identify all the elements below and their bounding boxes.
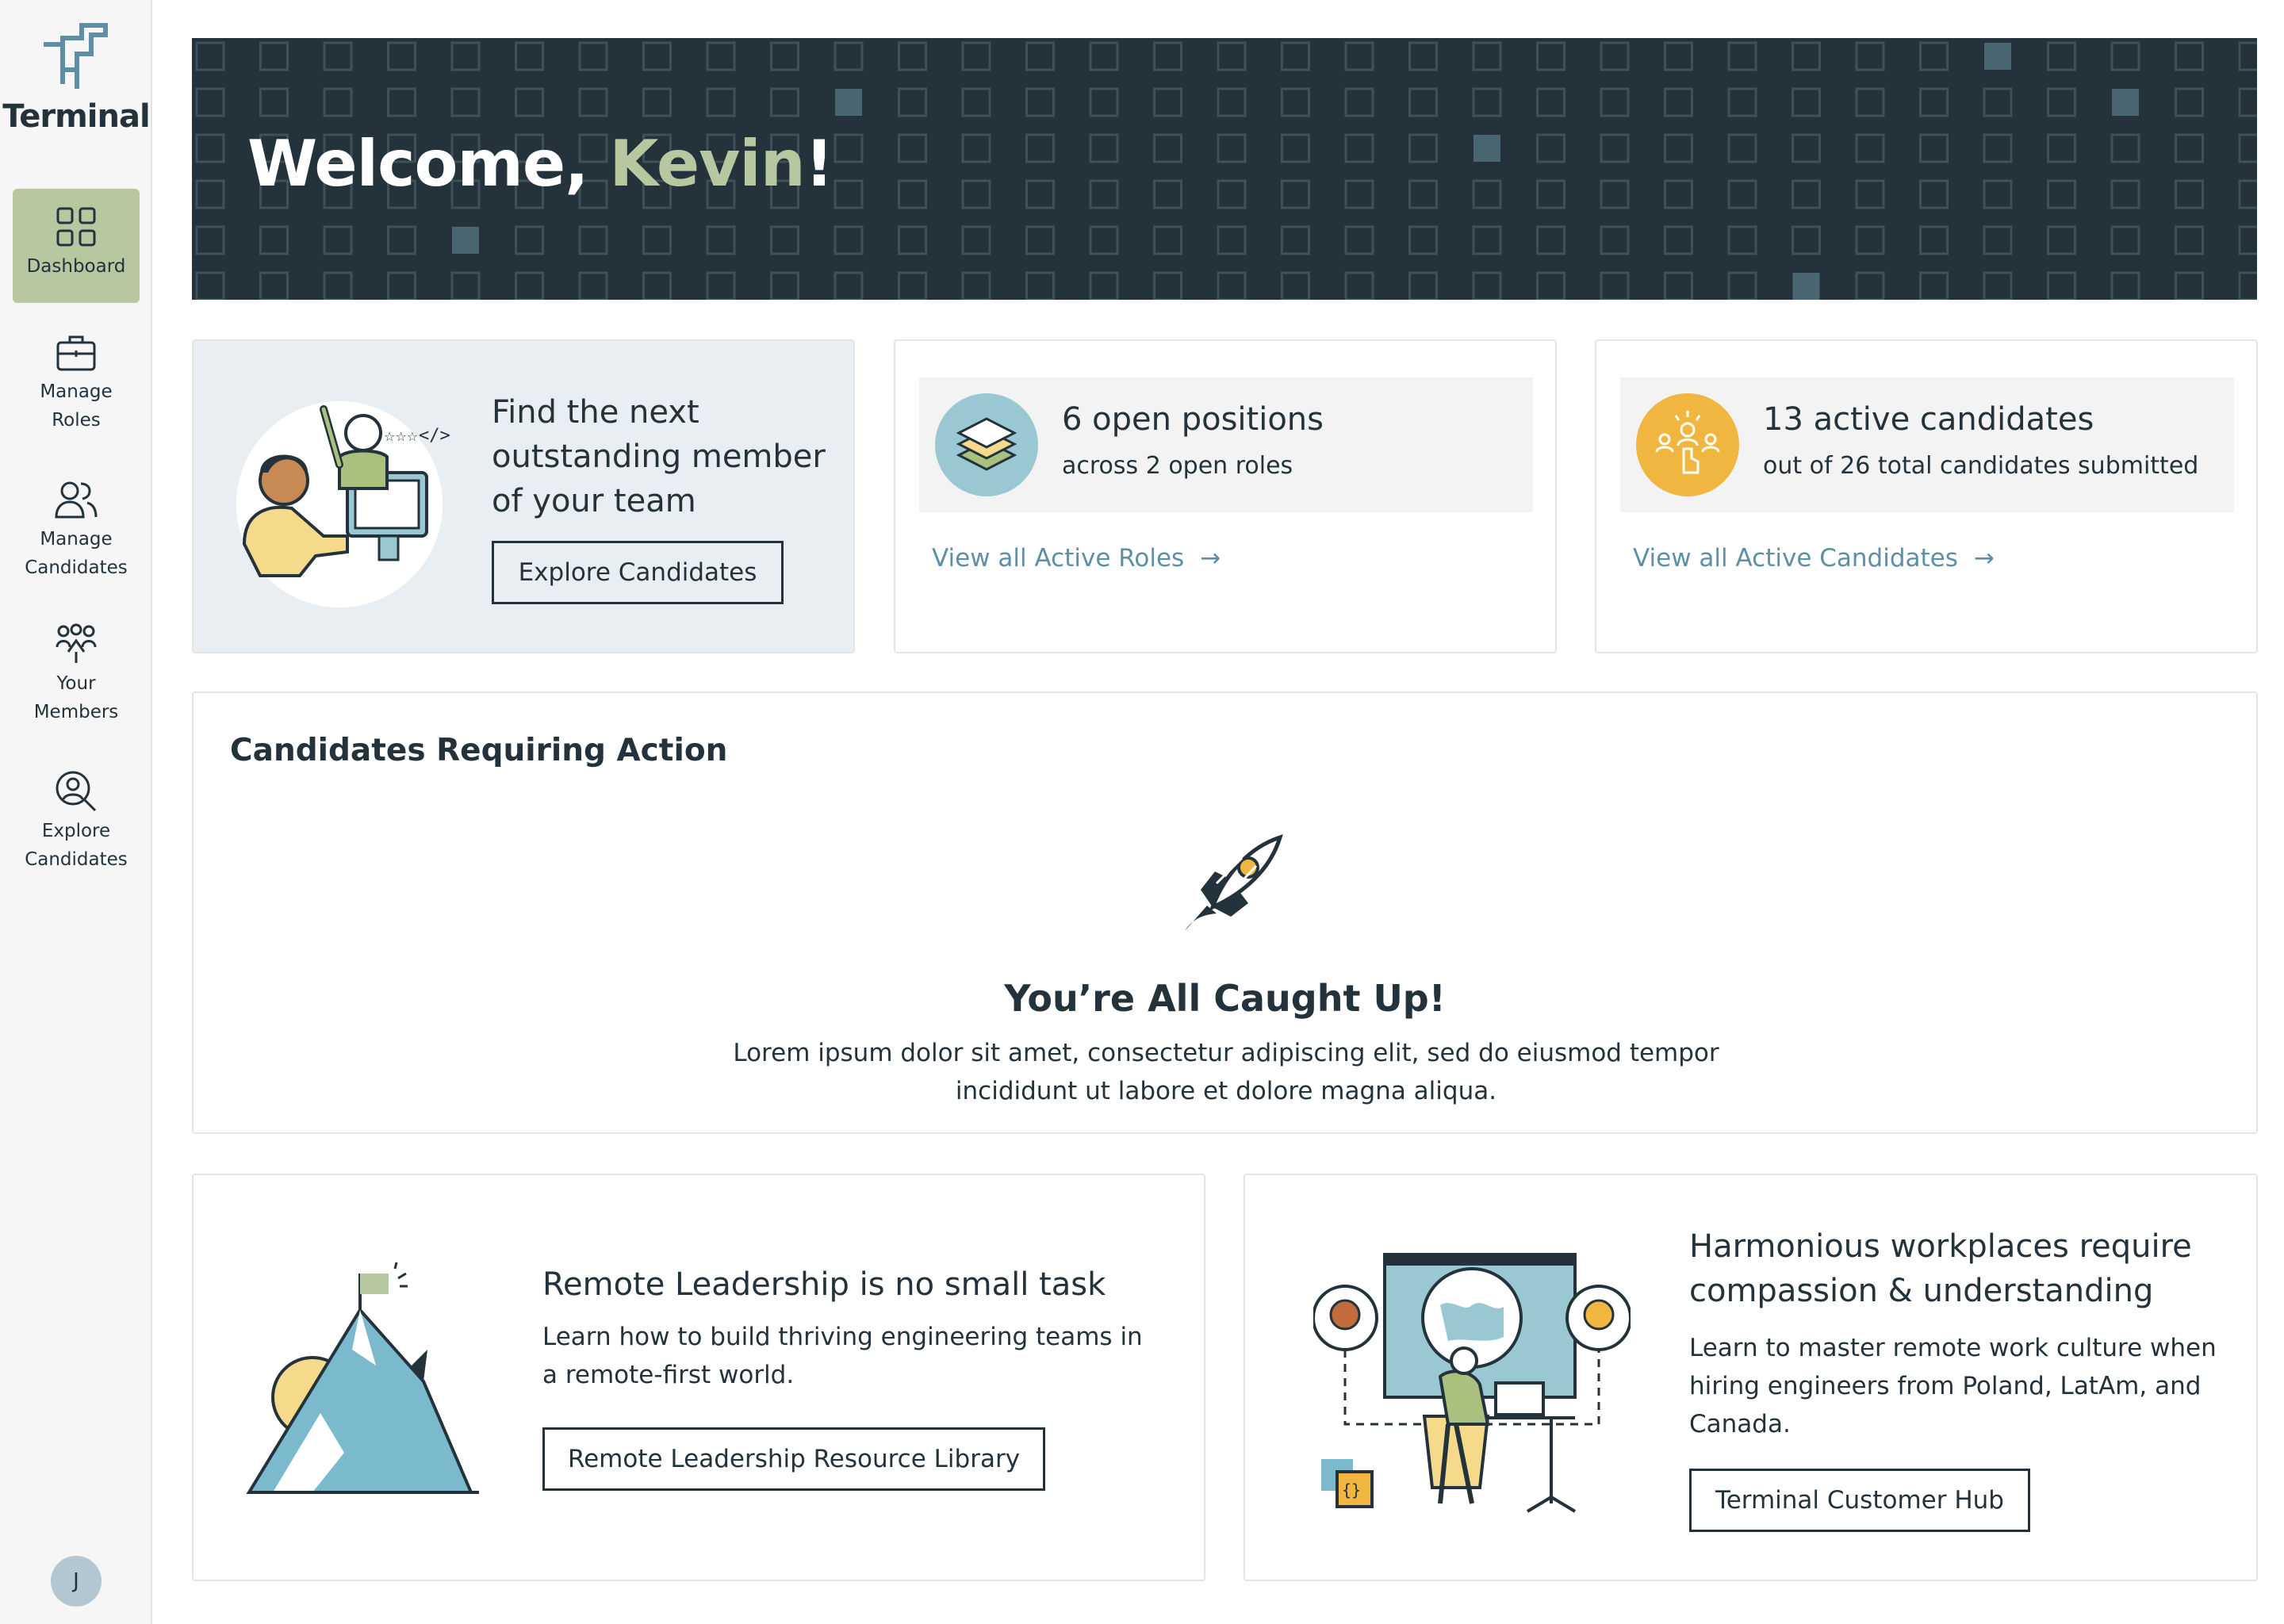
resource-description: Learn how to build thriving engineering … (542, 1323, 1143, 1389)
sidebar-item-label: Your Members (33, 673, 119, 722)
sidebar-item-your-members[interactable]: Your Members (13, 623, 140, 728)
selection-icon (1636, 393, 1739, 496)
members-icon (56, 623, 97, 663)
svg-text:☆☆☆: ☆☆☆ (384, 429, 418, 444)
dashboard-icon (56, 207, 96, 247)
sidebar-item-label: Explore Candidates (25, 821, 128, 870)
users-icon (55, 481, 98, 519)
view-active-roles-link[interactable]: View all Active Roles → (932, 544, 1221, 573)
resource-description: Learn to master remote work culture when… (1689, 1334, 2217, 1438)
explore-candidates-button[interactable]: Explore Candidates (492, 541, 784, 604)
empty-state-description: Lorem ipsum dolor sit amet, consectetur … (733, 1039, 1719, 1105)
harmonious-workplaces-card: {} Harmonious workplaces require compass… (1244, 1174, 2258, 1581)
sidebar-item-explore-candidates[interactable]: Explore Candidates (13, 769, 140, 874)
arrow-right-icon: → (1200, 544, 1221, 573)
resource-title: Harmonious workplaces require compassion… (1689, 1228, 2192, 1309)
open-positions-card: 6 open positions across 2 open roles Vie… (894, 339, 1557, 653)
find-candidates-card: </> ☆☆☆ Find the next outstanding member… (192, 339, 855, 653)
sidebar: Terminal Dashboard Manage Roles Manage C… (0, 0, 152, 1624)
remote-leadership-library-button[interactable]: Remote Leadership Resource Library (542, 1427, 1045, 1491)
sidebar-item-label: Manage Candidates (25, 529, 128, 578)
svg-text:{}: {} (1342, 1480, 1361, 1500)
app-root: Terminal Dashboard Manage Roles Manage C… (0, 0, 2284, 1624)
terminal-customer-hub-button[interactable]: Terminal Customer Hub (1689, 1469, 2030, 1532)
terminal-logo-icon (44, 23, 108, 89)
view-active-candidates-link[interactable]: View all Active Candidates → (1633, 544, 1995, 573)
search-user-icon (56, 771, 97, 812)
active-candidates-stat: 13 active candidates out of 26 total can… (1620, 377, 2234, 512)
resource-title: Remote Leadership is no small task (542, 1266, 1106, 1303)
arrow-right-icon: → (1973, 544, 1995, 573)
sidebar-item-manage-roles[interactable]: Manage Roles (13, 333, 140, 438)
sidebar-item-label: Dashboard (26, 256, 126, 277)
welcome-heading: Welcome, Kevin! (247, 127, 834, 201)
open-positions-stat: 6 open positions across 2 open roles (919, 377, 1533, 512)
candidate-illustration: </> ☆☆☆ (236, 401, 450, 607)
layers-icon (935, 393, 1038, 496)
svg-text:</>: </> (419, 426, 450, 446)
candidates-requiring-action-card: Candidates Requiring Action You’re All C… (192, 691, 2258, 1134)
find-member-text: Find the next outstanding member of your… (492, 394, 826, 519)
user-name: Kevin (609, 127, 805, 201)
view-active-candidates-label: View all Active Candidates (1633, 544, 1958, 573)
rocket-icon (1185, 834, 1283, 931)
sidebar-item-dashboard[interactable]: Dashboard (13, 189, 140, 303)
welcome-punct: ! (804, 127, 834, 201)
logo-text: Terminal (2, 98, 150, 135)
sidebar-item-manage-candidates[interactable]: Manage Candidates (13, 479, 140, 584)
active-candidates-subtitle: out of 26 total candidates submitted (1763, 452, 2199, 480)
sidebar-item-label: Manage Roles (40, 381, 113, 431)
mountain-flag-illustration (246, 1262, 479, 1494)
open-positions-title: 6 open positions (1062, 401, 1324, 438)
empty-state-title: You’re All Caught Up! (1004, 977, 1446, 1020)
section-title: Candidates Requiring Action (230, 733, 728, 768)
avatar[interactable]: J (51, 1556, 102, 1607)
active-candidates-card: 13 active candidates out of 26 total can… (1595, 339, 2258, 653)
welcome-banner: Welcome, Kevin! (192, 38, 2257, 300)
logo[interactable]: Terminal (0, 21, 152, 135)
open-positions-subtitle: across 2 open roles (1062, 452, 1293, 480)
view-active-roles-label: View all Active Roles (932, 544, 1185, 573)
welcome-greeting: Welcome, (247, 127, 610, 201)
remote-worker-illustration: {} (1313, 1253, 1631, 1513)
remote-leadership-card: Remote Leadership is no small task Learn… (192, 1174, 1205, 1581)
briefcase-icon (56, 335, 96, 371)
active-candidates-title: 13 active candidates (1763, 401, 2094, 438)
